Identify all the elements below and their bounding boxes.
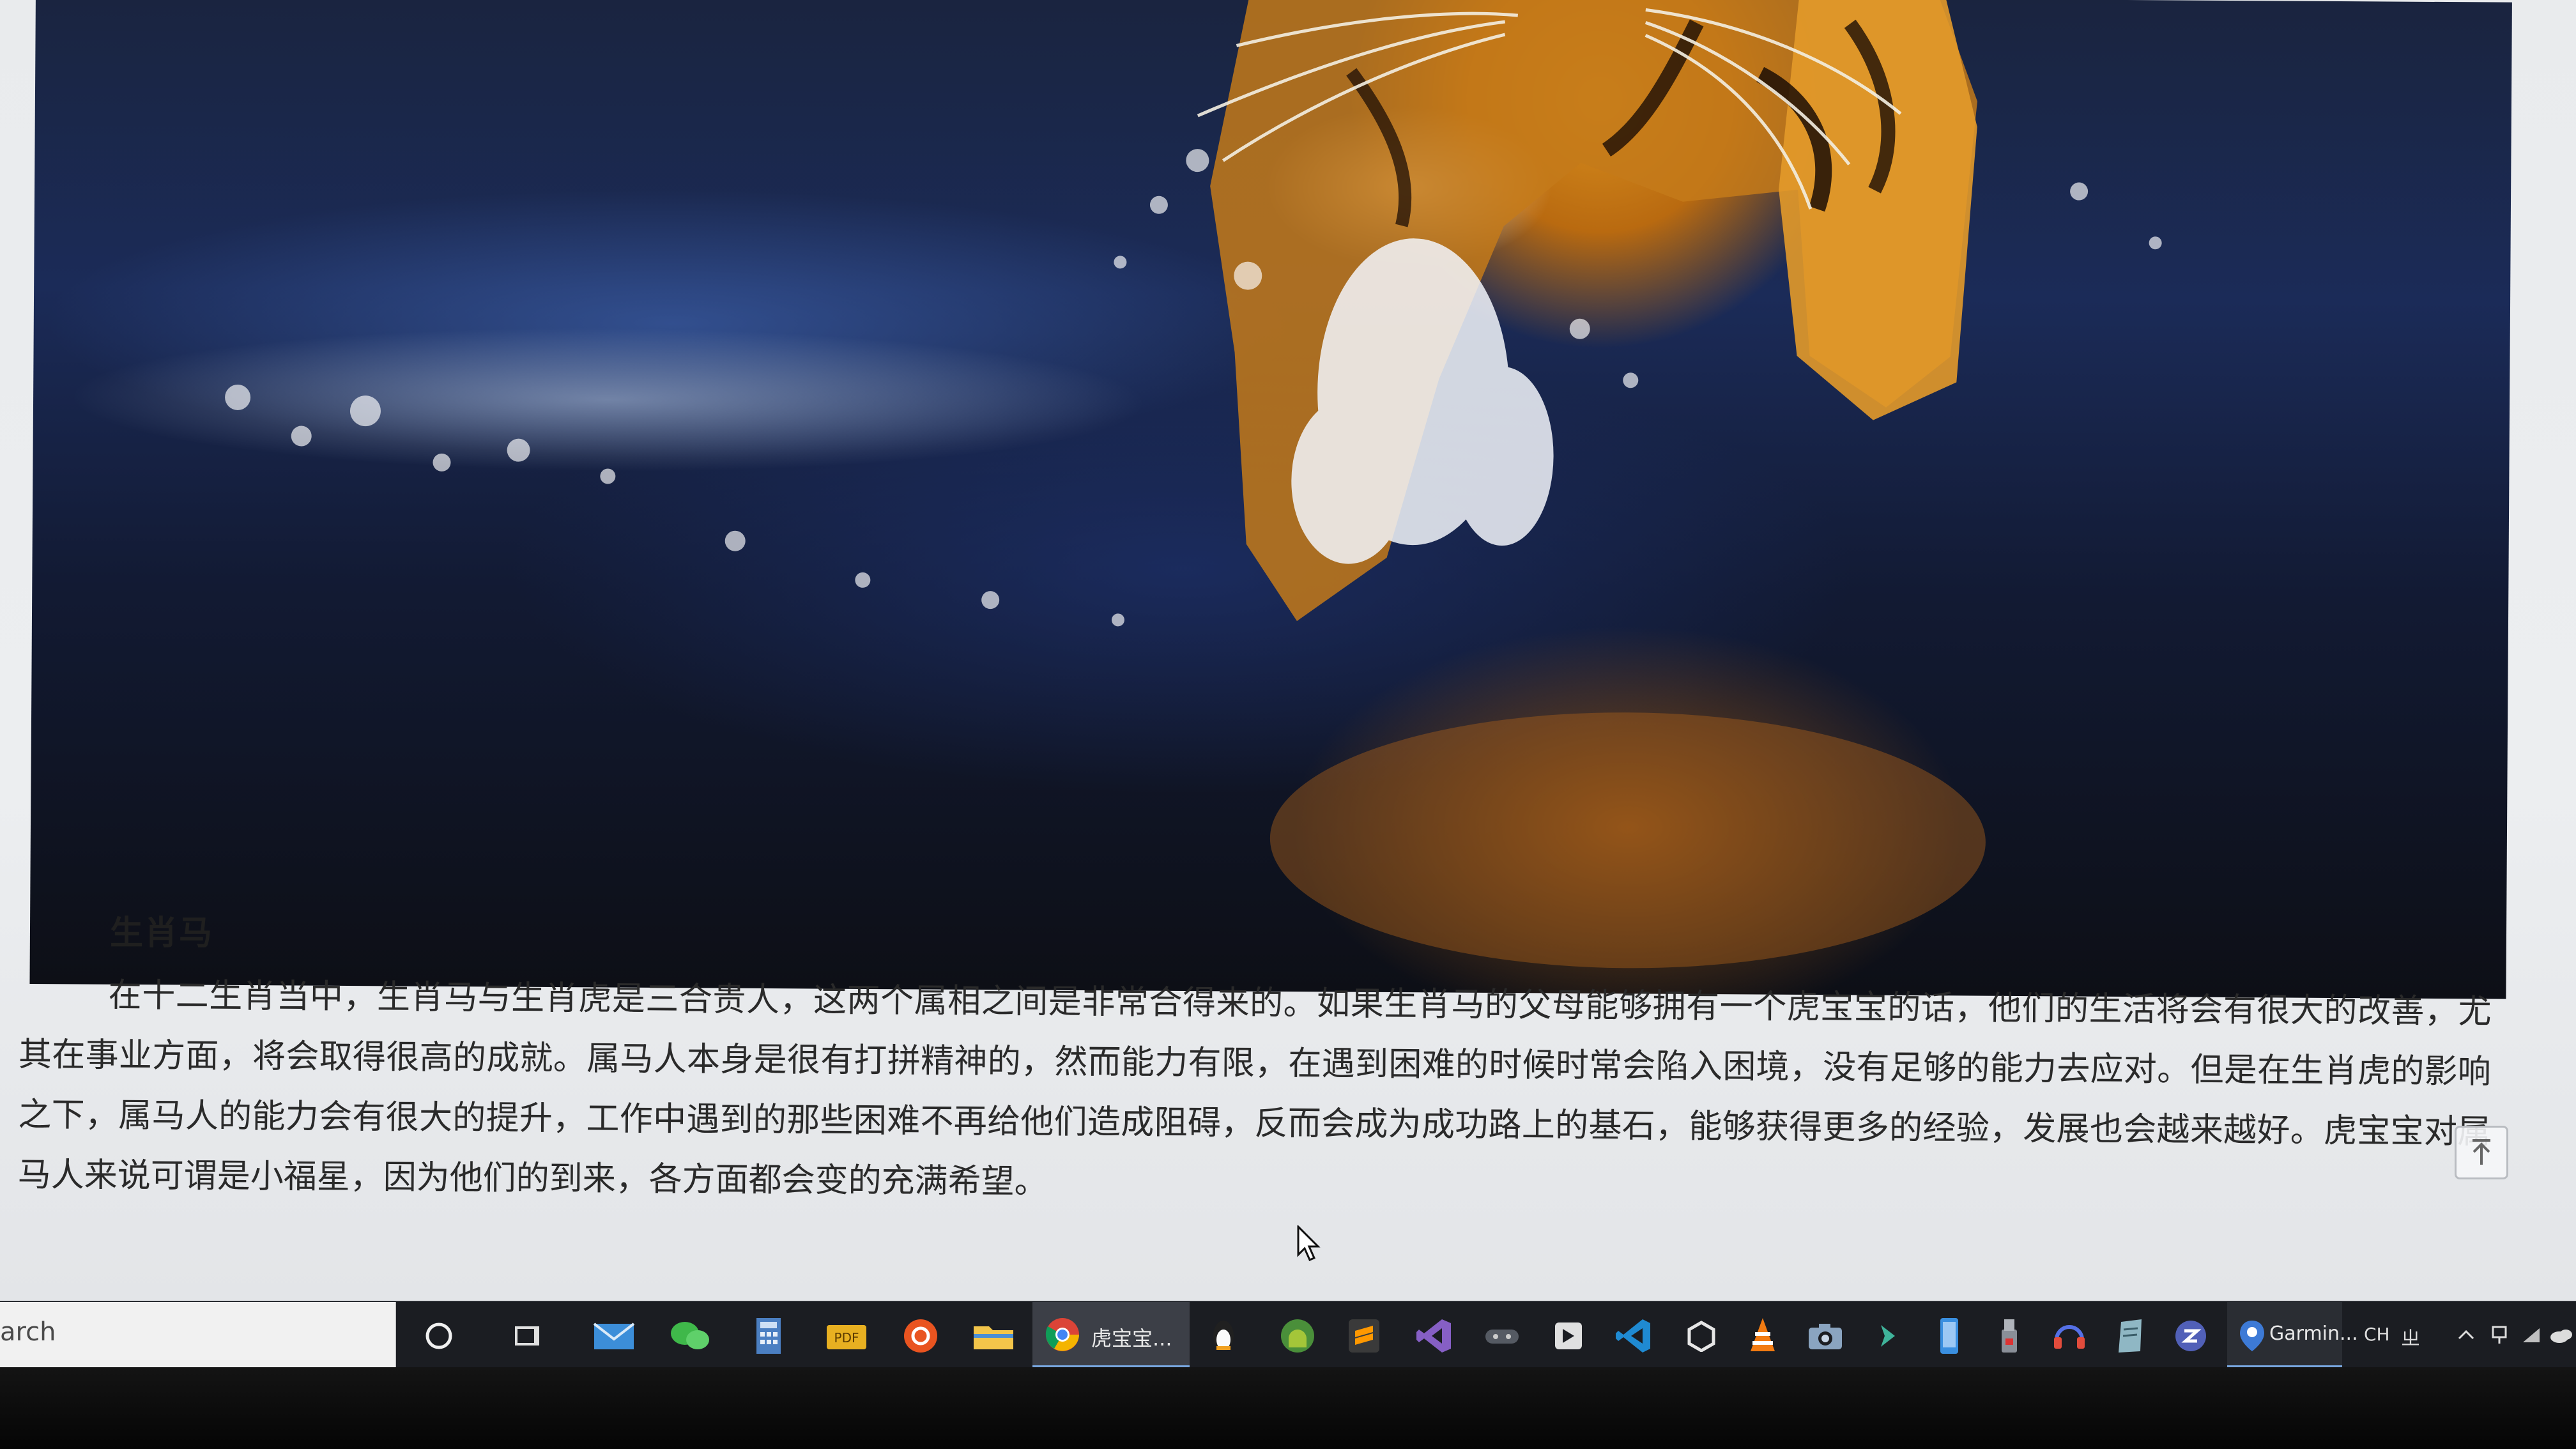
chrome-icon: [1040, 1312, 1085, 1357]
mouse-cursor-icon: [1297, 1224, 1322, 1266]
sublime-icon[interactable]: [1342, 1314, 1386, 1358]
chevron-up-icon[interactable]: [2453, 1316, 2479, 1354]
app-icon[interactable]: [1546, 1314, 1591, 1358]
android-icon[interactable]: [1275, 1314, 1320, 1358]
unity-icon[interactable]: [1679, 1314, 1724, 1358]
headset-icon[interactable]: [2047, 1314, 2092, 1358]
monitor-bezel: [0, 1367, 2576, 1449]
svg-text:PDF: PDF: [834, 1330, 859, 1346]
camera-icon[interactable]: [1803, 1314, 1848, 1358]
language-indicator[interactable]: CH: [2364, 1324, 2390, 1345]
mail-icon[interactable]: [592, 1314, 636, 1358]
pdf-icon[interactable]: PDF: [824, 1314, 869, 1358]
calculator-icon[interactable]: [746, 1314, 791, 1358]
arrow-app-icon[interactable]: [1866, 1314, 1910, 1358]
file-explorer-icon[interactable]: [971, 1314, 1016, 1358]
garmin-icon: [2230, 1314, 2274, 1358]
tiger-photo: [29, 0, 2512, 999]
ubuntu-icon[interactable]: [898, 1314, 943, 1358]
task-view-icon[interactable]: [505, 1314, 549, 1358]
ime-indicator[interactable]: ㄓ: [2401, 1322, 2420, 1351]
vlc-icon[interactable]: [1740, 1314, 1785, 1358]
arrow-up-icon: [2472, 1139, 2490, 1165]
garmin-task-button[interactable]: Garmin...: [2227, 1302, 2358, 1368]
browser-page: 生肖马 在十二生肖当中，生肖马与生肖虎是三合贵人，这两个属相之间是非常合得来的。…: [0, 0, 2576, 1301]
notes-icon[interactable]: [2108, 1314, 2153, 1358]
phone-icon[interactable]: [1927, 1314, 1972, 1358]
qq-penguin-icon[interactable]: [1201, 1314, 1246, 1358]
usb-icon[interactable]: [1987, 1314, 2032, 1358]
cortana-circle-icon[interactable]: [417, 1314, 461, 1358]
visual-studio-icon[interactable]: [1412, 1314, 1457, 1358]
vscode-icon[interactable]: [1611, 1314, 1656, 1358]
gamepad-icon[interactable]: [1480, 1314, 1524, 1358]
wechat-icon[interactable]: [668, 1314, 713, 1358]
taskbar-search-box[interactable]: arch: [0, 1302, 396, 1368]
chrome-task-button[interactable]: 虎宝宝...: [1032, 1302, 1190, 1368]
screen: 生肖马 在十二生肖当中，生肖马与生肖虎是三合贵人，这两个属相之间是非常合得来的。…: [0, 0, 2576, 1449]
search-placeholder: arch: [0, 1317, 56, 1347]
taskbar: arch PDF 虎宝宝... Garmin... CH ㄓ: [0, 1301, 2576, 1368]
cloud-icon[interactable]: [2548, 1316, 2573, 1354]
network-icon[interactable]: [2487, 1316, 2512, 1354]
e-app-icon[interactable]: [2168, 1314, 2213, 1358]
article-heading: 生肖马: [110, 914, 214, 953]
back-to-top-button[interactable]: [2455, 1126, 2508, 1179]
chrome-task-label: 虎宝宝...: [1091, 1326, 1172, 1351]
garmin-task-label: Garmin...: [2269, 1322, 2358, 1345]
article-body: 在十二生肖当中，生肖马与生肖虎是三合贵人，这两个属相之间是非常合得来的。如果生肖…: [17, 976, 2492, 1202]
wifi-icon[interactable]: [2518, 1316, 2544, 1354]
